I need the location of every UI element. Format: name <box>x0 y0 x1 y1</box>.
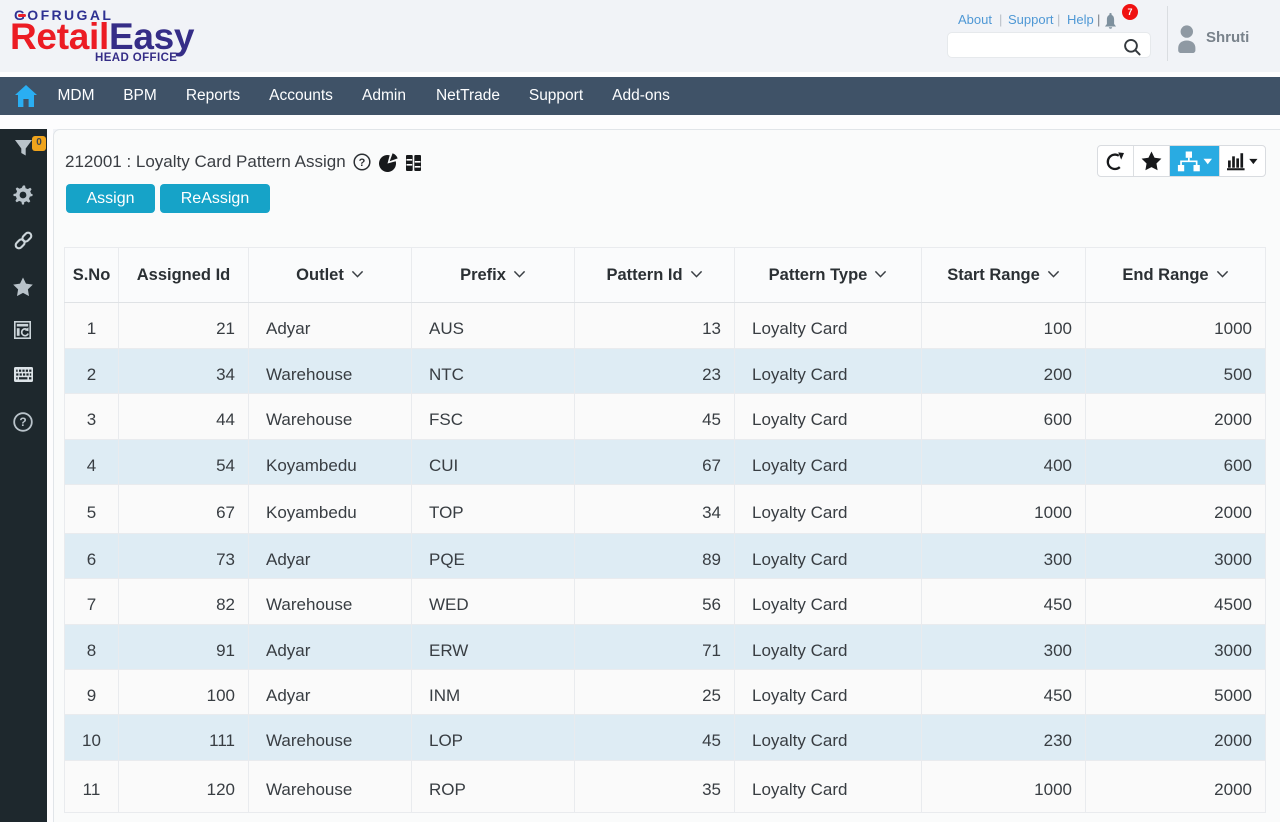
svg-text:?: ? <box>359 157 366 169</box>
svg-text:?: ? <box>19 415 26 429</box>
